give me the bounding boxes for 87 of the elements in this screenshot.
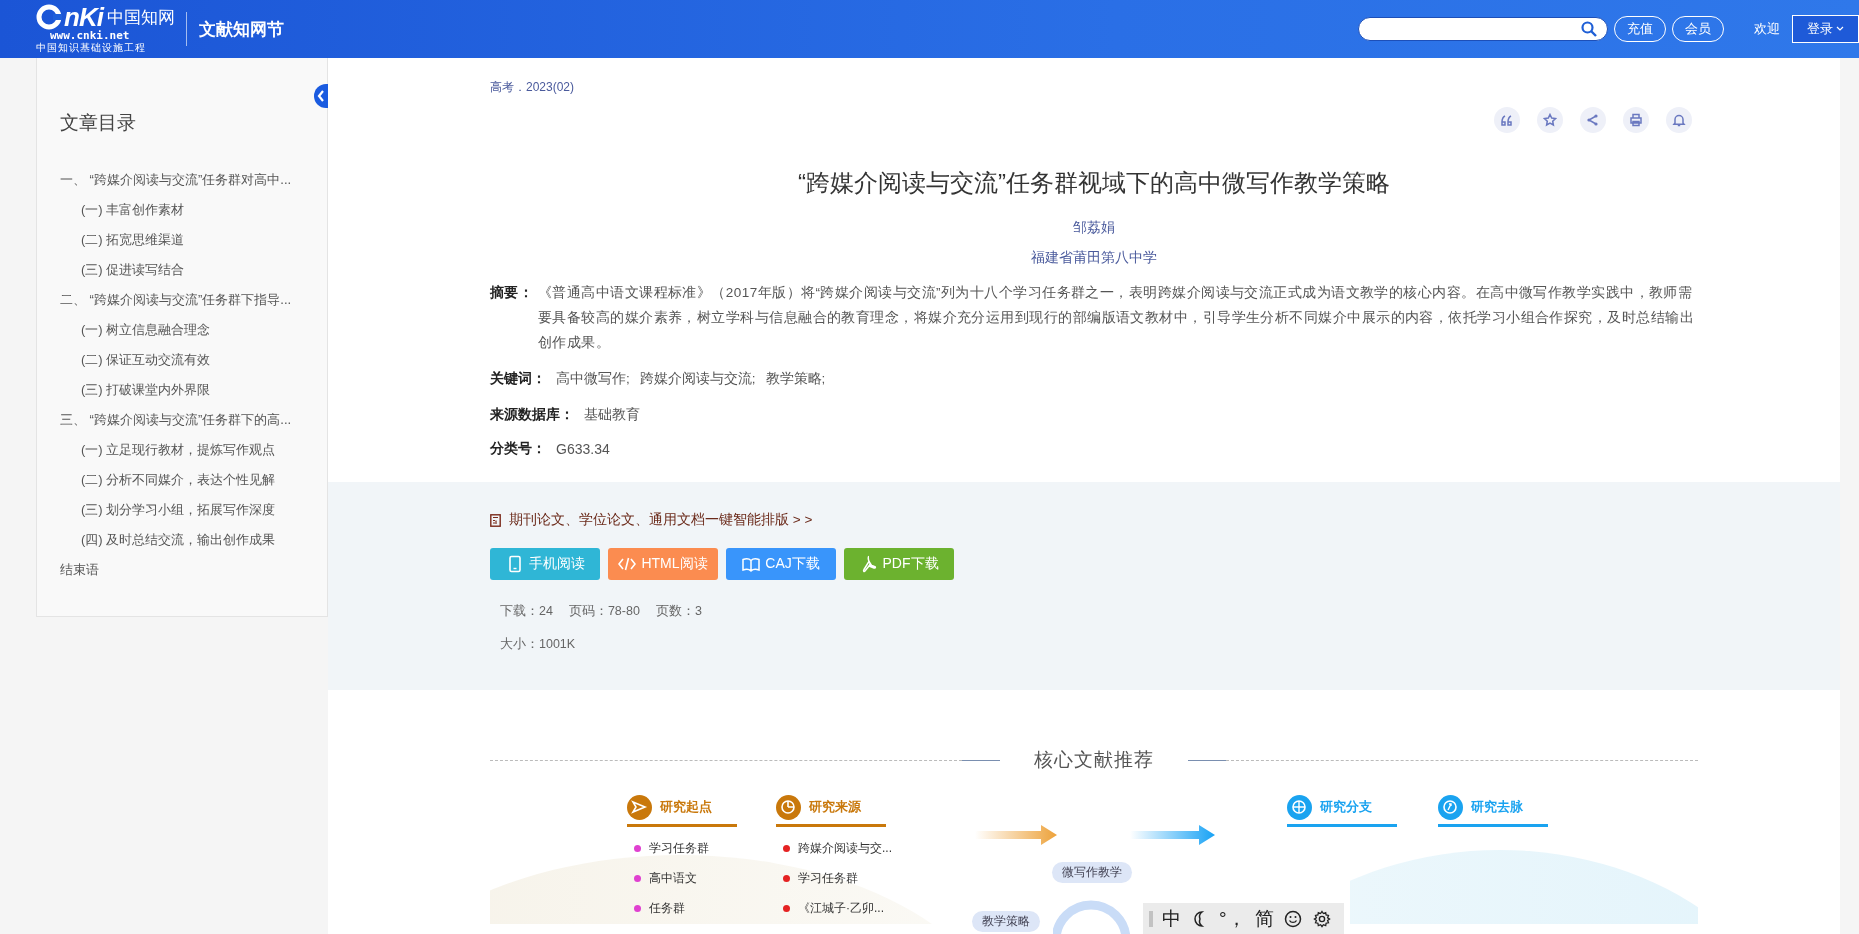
reference-link[interactable]: 跨媒介阅读与交... (798, 839, 892, 857)
ring-logo-icon (36, 4, 62, 30)
stat-text: 大小：1001K (500, 636, 576, 653)
toc-item[interactable]: 二、 “跨媒介阅读与交流”任务群下指导... (37, 285, 327, 315)
smart-layout-link[interactable]: 期刊论文、学位论文、通用文档一键智能排版 > > (509, 510, 813, 530)
toc-item[interactable]: (四) 及时总结交流，输出创作成果 (37, 525, 327, 555)
bullet-dot (634, 844, 641, 852)
reference-link[interactable]: 学习任务群 (649, 839, 709, 857)
crosshair-icon (1287, 794, 1312, 820)
star-button[interactable] (1537, 107, 1563, 133)
ime-label[interactable]: °， (1219, 907, 1246, 930)
search-icon (1581, 21, 1597, 37)
reference-link[interactable]: 任务群 (649, 899, 685, 917)
toc-item[interactable]: (二) 分析不同媒介，表达个性见解 (37, 465, 327, 495)
bell-icon (1672, 113, 1686, 127)
stat-text: 页数：3 (655, 603, 702, 620)
pie-icon (776, 794, 801, 820)
bullet-dot (783, 904, 790, 912)
share-icon (1586, 113, 1600, 127)
gradient-arrow-icon (1130, 823, 1215, 847)
gradient-arrow-icon (975, 823, 1057, 847)
section-heading: 核心文献推荐 (1034, 748, 1154, 772)
logo-mark: nKi (64, 4, 103, 30)
logo-url: www.cnki.net (50, 30, 131, 42)
welcome-text: 欢迎 (1754, 20, 1780, 38)
author-link[interactable]: 邹荔娟 (490, 218, 1698, 238)
reference-link[interactable]: 学习任务群 (798, 869, 858, 887)
stat-text: 下载：24 (500, 603, 553, 620)
keyword-link[interactable]: 高中微写作; (556, 369, 630, 389)
bell-button[interactable] (1666, 107, 1692, 133)
share-button[interactable] (1580, 107, 1606, 133)
bullet-dot (634, 904, 641, 912)
bullet-dot (783, 844, 790, 852)
quote-icon (1500, 113, 1514, 127)
database-label: 来源数据库： (490, 406, 574, 424)
book-icon (742, 555, 761, 573)
chevron-left-icon (317, 90, 325, 102)
toc-item[interactable]: (一) 立足现行教材，提炼写作观点 (37, 435, 327, 465)
keywords-label: 关键词： (490, 370, 546, 388)
toc-item[interactable]: (二) 拓宽思维渠道 (37, 225, 327, 255)
article-title: “跨媒介阅读与交流”任务群视域下的高中微写作教学策略 (797, 168, 1391, 198)
logo-tagline: 中国知识基础设施工程 (36, 42, 147, 54)
toc-item[interactable]: (三) 促进读写结合 (37, 255, 327, 285)
bullet-dot (634, 874, 641, 882)
settings-icon[interactable] (1311, 908, 1332, 929)
toc-item[interactable]: (二) 保证互动交流有效 (37, 345, 327, 375)
quote-button[interactable] (1494, 107, 1520, 133)
affiliation-link[interactable]: 福建省莆田第八中学 (490, 248, 1698, 268)
ime-label[interactable]: 简 (1254, 907, 1274, 930)
database-value: 基础教育 (584, 406, 640, 424)
abstract-label: 摘要： (490, 284, 535, 302)
keyword-link[interactable]: 教学策略; (765, 369, 826, 389)
ime-label[interactable]: 中 (1162, 907, 1181, 930)
toc-item[interactable]: 三、 “跨媒介阅读与交流”任务群下的高... (37, 405, 327, 435)
classification-value: G633.34 (556, 440, 610, 459)
topic-bubble[interactable]: 微写作教学 (1052, 862, 1132, 883)
topic-bubble[interactable]: 教学策略 (972, 911, 1040, 932)
toc-item[interactable]: (三) 划分学习小组，拓展写作深度 (37, 495, 327, 525)
abstract-text: 《普通高中语文课程标准》（2017年版）将“跨媒介阅读与交流”列为十八个学习任务群之一，表明跨媒介阅读与交流正式成为语文教学的核心内容。在高中微写作教学实践中，教师需要具备较高的媒介素养，树立学科与信息融合的教育理念，将媒介充分运用到现行的部编版语文教材中，引导学生分析不同媒介中展示的内容，依托学习小组合作探究，及时总结输出创作成果。 (538, 284, 1695, 352)
printer-icon (1629, 113, 1643, 127)
smiley-icon[interactable] (1282, 908, 1303, 929)
send-icon (627, 794, 652, 820)
printer-button[interactable] (1623, 107, 1649, 133)
keyword-link[interactable]: 跨媒介阅读与交流; (639, 369, 756, 389)
toc-item[interactable]: (一) 树立信息融合理念 (37, 315, 327, 345)
reference-link[interactable]: 《江城子·乙卯... (798, 899, 884, 917)
logo-brand: 中国知网 (106, 6, 175, 29)
reference-link[interactable]: 高中语文 (649, 869, 697, 887)
caret-icon (1836, 26, 1844, 32)
document-icon (490, 513, 501, 527)
star-icon (1543, 113, 1557, 127)
search-field[interactable] (1358, 17, 1608, 41)
stat-text: 页码：78-80 (568, 603, 640, 620)
login-button[interactable]: 登录 (1792, 15, 1859, 43)
section-title: 文献知网节 (199, 18, 284, 41)
classification-label: 分类号： (490, 440, 546, 458)
toc-item[interactable]: (一) 丰富创作素材 (37, 195, 327, 225)
toc-item[interactable]: 一、 “跨媒介阅读与交流”任务群对高中... (37, 165, 327, 195)
toc-title: 文章目录 (60, 111, 137, 135)
journal-issue-link[interactable]: 高考．2023(02) (490, 79, 1698, 96)
arrow-circle-icon (1438, 794, 1463, 820)
collapse-button[interactable] (314, 84, 328, 108)
toc-item[interactable]: 结束语 (37, 555, 327, 585)
toc-item[interactable]: (三) 打破课堂内外界限 (37, 375, 327, 405)
code-icon (618, 555, 637, 573)
grip-icon (1149, 909, 1153, 928)
bullet-dot (783, 874, 790, 882)
